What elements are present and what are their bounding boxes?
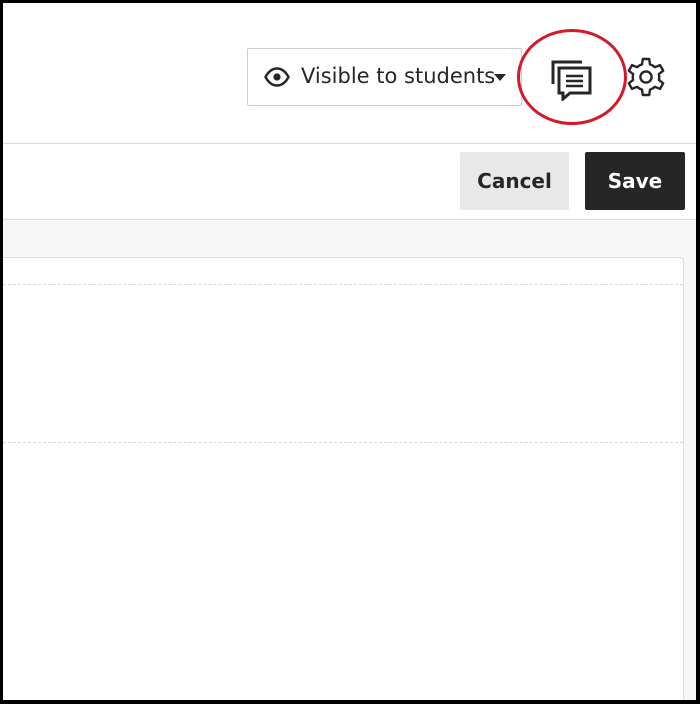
- save-button[interactable]: Save: [585, 152, 685, 210]
- caret-down-icon: [494, 74, 506, 81]
- messages-icon[interactable]: [543, 53, 593, 101]
- section-divider: [3, 284, 683, 285]
- gear-icon[interactable]: [625, 56, 667, 98]
- top-toolbar: Visible to students: [3, 3, 696, 143]
- section-divider: [3, 442, 683, 443]
- visibility-dropdown[interactable]: Visible to students: [247, 48, 522, 106]
- cancel-button[interactable]: Cancel: [460, 152, 569, 210]
- action-bar: Cancel Save: [3, 144, 696, 219]
- content-panel: [3, 257, 684, 700]
- eye-icon: [264, 67, 290, 87]
- visibility-label: Visible to students: [301, 64, 496, 88]
- screenshot-frame: Visible to students Cancel Save: [0, 0, 700, 704]
